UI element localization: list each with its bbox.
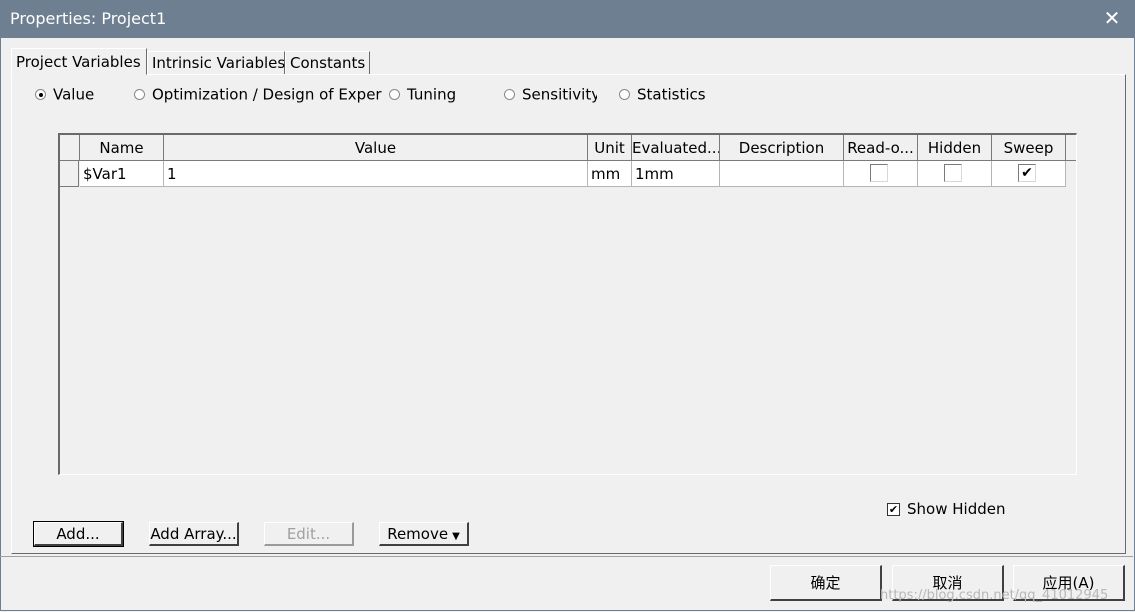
cell-sweep: ✔ (992, 161, 1066, 187)
tab-intrinsic-variables[interactable]: Intrinsic Variables (147, 51, 285, 75)
radio-unselected-icon (504, 89, 515, 100)
radio-sensitivity-label: Sensitivity (522, 85, 597, 104)
remove-label: Remove (387, 525, 449, 543)
radio-tuning[interactable]: Tuning (389, 83, 456, 105)
radio-statistics-label: Statistics (637, 85, 706, 104)
column-header-name[interactable]: Name (80, 135, 164, 161)
column-header-sweep[interactable]: Sweep (992, 135, 1066, 161)
cell-description[interactable] (720, 161, 844, 187)
show-hidden-box[interactable]: ✔ (887, 503, 900, 516)
check-icon: ✔ (1021, 165, 1033, 181)
radio-tuning-label: Tuning (407, 85, 457, 104)
close-icon[interactable]: ✕ (1101, 6, 1123, 30)
radio-value[interactable]: Value (35, 83, 94, 105)
radio-unselected-icon (389, 89, 400, 100)
window-title: Properties: Project1 (10, 9, 167, 28)
show-hidden-label: Show Hidden (907, 500, 1006, 518)
radio-sensitivity[interactable]: Sensitivity (504, 83, 597, 105)
add-button[interactable]: Add... (34, 522, 123, 546)
show-hidden-checkbox[interactable]: ✔ Show Hidden (887, 499, 1005, 519)
radio-unselected-icon (134, 89, 145, 100)
cell-name[interactable]: $Var1 (80, 161, 164, 187)
cell-value[interactable]: 1 (164, 161, 588, 187)
check-icon: ✔ (888, 503, 899, 516)
separator (0, 556, 1133, 557)
radio-selected-icon (35, 89, 46, 100)
sweep-checkbox[interactable]: ✔ (1018, 164, 1036, 182)
edit-button[interactable]: Edit... (264, 522, 354, 546)
column-header-evaluated[interactable]: Evaluated... (632, 135, 720, 161)
dropdown-arrow-icon: ▼ (452, 531, 460, 542)
grid-corner-header (60, 135, 80, 161)
column-header-read-only[interactable]: Read-o... (844, 135, 918, 161)
column-header-value[interactable]: Value (164, 135, 588, 161)
radio-optimization[interactable]: Optimization / Design of Exper (134, 83, 382, 105)
ok-button[interactable]: 确定 (770, 565, 882, 601)
tab-project-variables[interactable]: Project Variables (11, 48, 147, 75)
radio-unselected-icon (619, 89, 630, 100)
hidden-checkbox[interactable] (944, 164, 962, 182)
remove-button[interactable]: Remove ▼ (379, 522, 469, 546)
watermark: https://blog.csdn.net/qq_41012945 (880, 588, 1109, 603)
cell-unit[interactable]: mm (588, 161, 632, 187)
cell-evaluated: 1mm (632, 161, 720, 187)
add-array-button[interactable]: Add Array... (149, 522, 239, 546)
read-only-checkbox[interactable] (870, 164, 888, 182)
column-header-unit[interactable]: Unit (588, 135, 632, 161)
tab-constants[interactable]: Constants (285, 51, 370, 75)
radio-value-label: Value (53, 85, 95, 104)
title-bar: Properties: Project1 ✕ (0, 0, 1135, 38)
cell-hidden (918, 161, 992, 187)
column-header-hidden[interactable]: Hidden (918, 135, 992, 161)
column-header-filler (1066, 135, 1076, 161)
cell-read-only (844, 161, 918, 187)
row-header[interactable] (60, 161, 79, 187)
radio-statistics[interactable]: Statistics (619, 83, 706, 105)
column-header-description[interactable]: Description (720, 135, 844, 161)
radio-optimization-label: Optimization / Design of Exper (152, 85, 382, 104)
variables-grid[interactable]: Name Value Unit Evaluated... Description… (58, 133, 1077, 475)
